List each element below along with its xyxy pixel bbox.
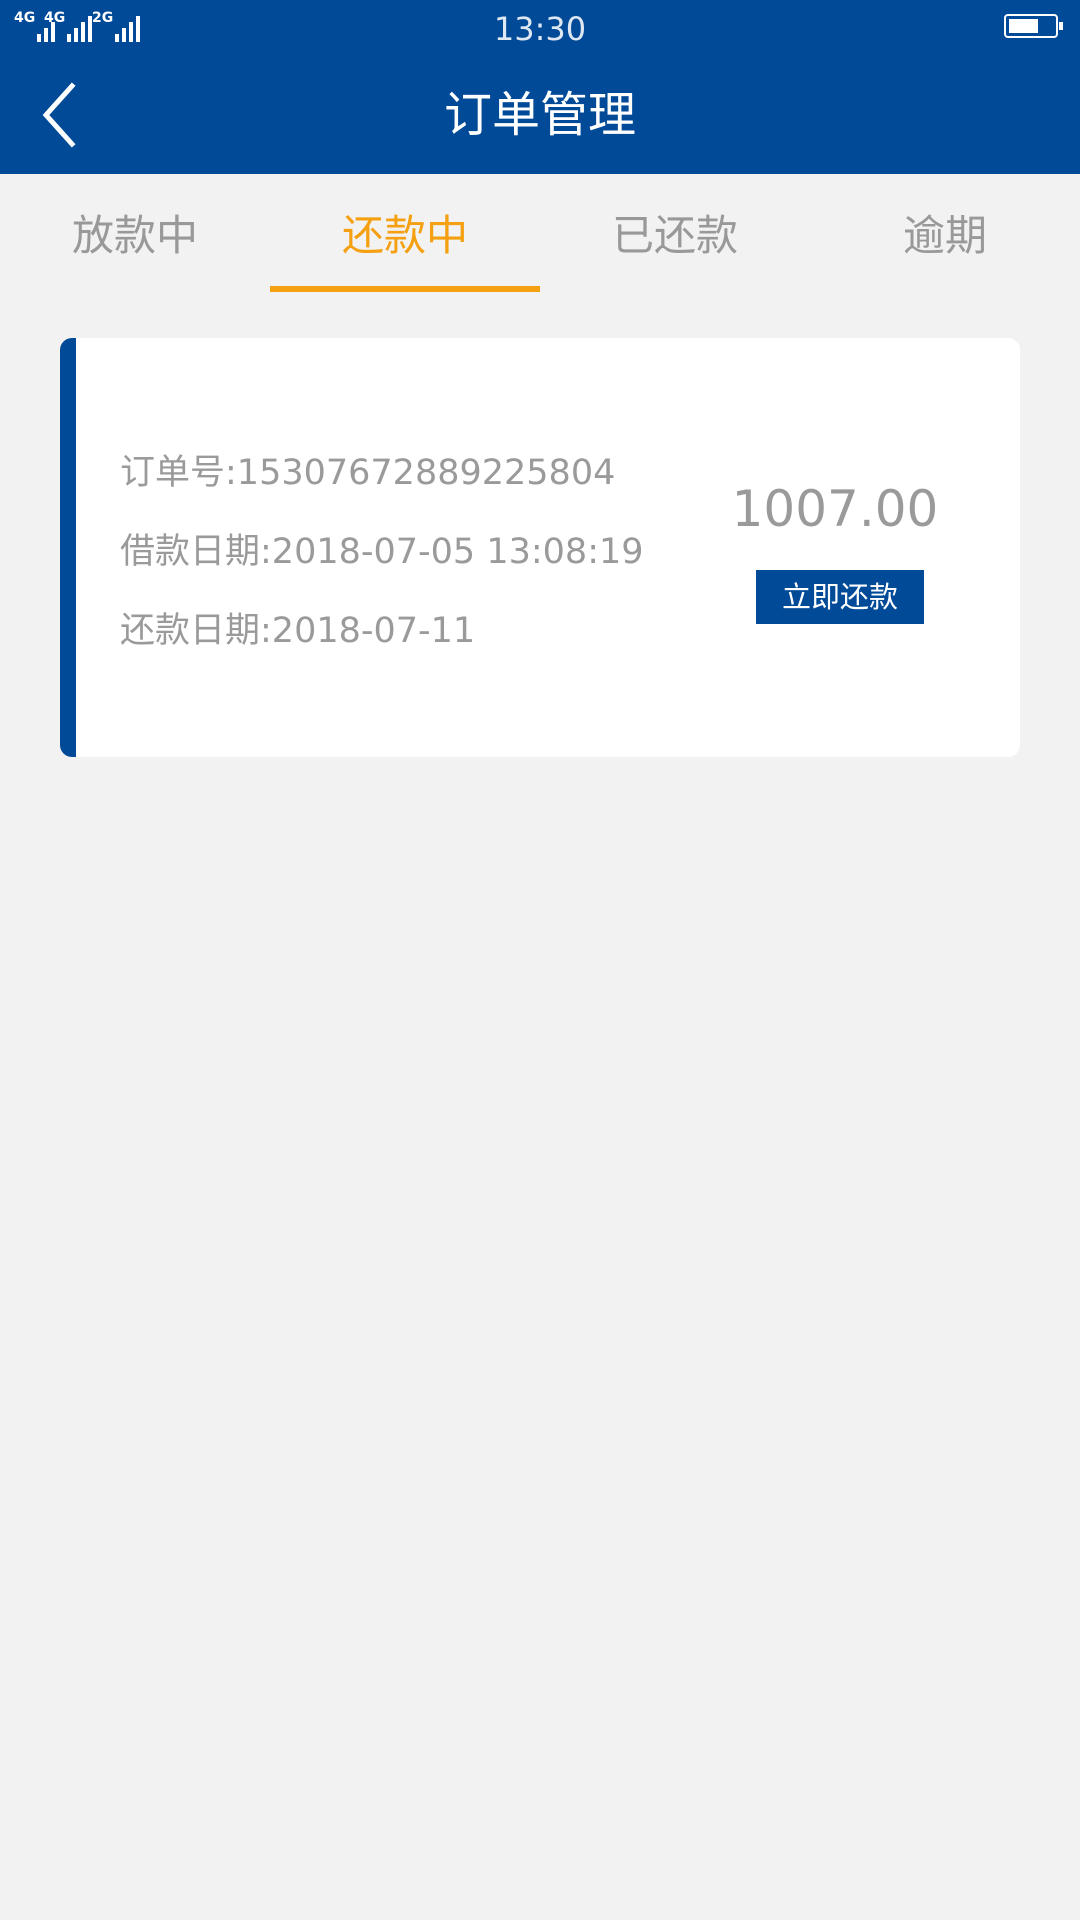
repay-date-value: 2018-07-11 — [271, 611, 476, 651]
header-bar: 4G 4G 2G 13:30 订单管理 — [0, 0, 1080, 174]
card-accent-stripe — [60, 338, 76, 757]
page-title: 订单管理 — [443, 87, 636, 143]
loan-date-value: 2018-07-05 13:08:19 — [271, 532, 644, 572]
order-number-label: 订单号: — [120, 453, 237, 493]
tab-repaying[interactable]: 还款中 — [270, 174, 540, 296]
status-bar: 4G 4G 2G 13:30 — [0, 0, 1080, 60]
active-tab-indicator — [270, 286, 540, 292]
tab-label: 还款中 — [341, 211, 468, 260]
order-status-tabs: 放款中 还款中 已还款 逾期 — [0, 174, 1080, 296]
tab-label: 放款中 — [71, 211, 198, 260]
order-amount: 1007.00 — [731, 480, 939, 538]
order-number-value: 15307672889225804 — [236, 453, 616, 493]
tab-label: 逾期 — [902, 211, 987, 260]
repay-date-row: 还款日期:2018-07-11 — [120, 606, 475, 656]
order-number-row: 订单号:15307672889225804 — [120, 448, 615, 498]
tab-overdue[interactable]: 逾期 — [810, 174, 1080, 296]
loan-date-row: 借款日期:2018-07-05 13:08:19 — [120, 527, 644, 577]
battery-icon — [1004, 14, 1063, 38]
order-card[interactable]: 订单号:15307672889225804 借款日期:2018-07-05 13… — [60, 338, 1020, 757]
repay-date-label: 还款日期: — [120, 611, 272, 651]
tab-disbursing[interactable]: 放款中 — [0, 174, 270, 296]
repay-now-button[interactable]: 立即还款 — [756, 570, 924, 624]
status-time: 13:30 — [493, 10, 587, 48]
tab-label: 已还款 — [611, 211, 738, 260]
tab-repaid[interactable]: 已还款 — [540, 174, 810, 296]
loan-date-label: 借款日期: — [120, 532, 272, 572]
